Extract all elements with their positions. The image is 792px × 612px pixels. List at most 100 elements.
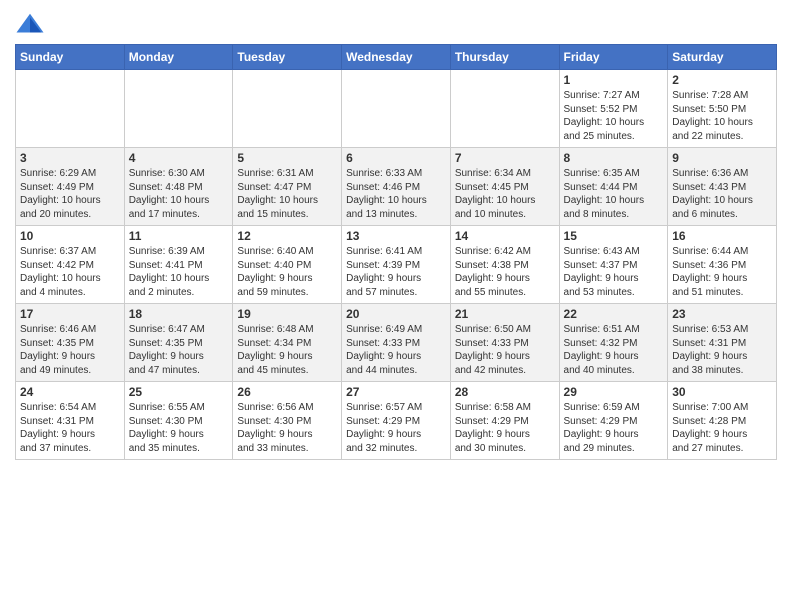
day-number: 30 <box>672 385 772 399</box>
calendar-cell: 23 Sunrise: 6:53 AM Sunset: 4:31 PM Dayli… <box>668 304 777 382</box>
calendar-cell <box>342 70 451 148</box>
calendar-cell: 28 Sunrise: 6:58 AM Sunset: 4:29 PM Dayli… <box>450 382 559 460</box>
calendar-cell: 5 Sunrise: 6:31 AM Sunset: 4:47 PM Daylig… <box>233 148 342 226</box>
day-number: 19 <box>237 307 337 321</box>
header-cell-thursday: Thursday <box>450 45 559 70</box>
calendar-cell <box>450 70 559 148</box>
calendar-cell: 19 Sunrise: 6:48 AM Sunset: 4:34 PM Dayli… <box>233 304 342 382</box>
day-info: Sunrise: 6:39 AM Sunset: 4:41 PM Dayligh… <box>129 245 229 299</box>
calendar-cell: 11Sunrise: 6:39 AM Sunset: 4:41 PM Dayli… <box>124 226 233 304</box>
calendar-cell: 8Sunrise: 6:35 AM Sunset: 4:44 PM Daylig… <box>559 148 668 226</box>
day-info: Sunrise: 7:28 AM Sunset: 5:50 PM Dayligh… <box>672 89 772 143</box>
calendar-cell: 29 Sunrise: 6:59 AM Sunset: 4:29 PM Dayli… <box>559 382 668 460</box>
calendar-week-3: 17 Sunrise: 6:46 AM Sunset: 4:35 PM Dayli… <box>16 304 777 382</box>
calendar-cell: 13Sunrise: 6:41 AM Sunset: 4:39 PM Dayli… <box>342 226 451 304</box>
day-number: 26 <box>237 385 337 399</box>
calendar-week-0: 1 Sunrise: 7:27 AM Sunset: 5:52 PM Daylig… <box>16 70 777 148</box>
day-number: 14 <box>455 229 555 243</box>
day-number: 16 <box>672 229 772 243</box>
header-cell-tuesday: Tuesday <box>233 45 342 70</box>
calendar-cell <box>233 70 342 148</box>
calendar-cell: 30 Sunrise: 7:00 AM Sunset: 4:28 PM Dayli… <box>668 382 777 460</box>
day-info: Sunrise: 6:53 AM Sunset: 4:31 PM Dayligh… <box>672 323 772 377</box>
day-info: Sunrise: 6:36 AM Sunset: 4:43 PM Dayligh… <box>672 167 772 221</box>
day-number: 9 <box>672 151 772 165</box>
day-info: Sunrise: 6:34 AM Sunset: 4:45 PM Dayligh… <box>455 167 555 221</box>
day-number: 27 <box>346 385 446 399</box>
day-info: Sunrise: 6:31 AM Sunset: 4:47 PM Dayligh… <box>237 167 337 221</box>
header-cell-friday: Friday <box>559 45 668 70</box>
day-info: Sunrise: 7:00 AM Sunset: 4:28 PM Dayligh… <box>672 401 772 455</box>
day-info: Sunrise: 6:30 AM Sunset: 4:48 PM Dayligh… <box>129 167 229 221</box>
calendar-cell: 9 Sunrise: 6:36 AM Sunset: 4:43 PM Daylig… <box>668 148 777 226</box>
header-cell-sunday: Sunday <box>16 45 125 70</box>
day-info: Sunrise: 6:54 AM Sunset: 4:31 PM Dayligh… <box>20 401 120 455</box>
day-number: 2 <box>672 73 772 87</box>
day-number: 6 <box>346 151 446 165</box>
calendar-week-2: 10 Sunrise: 6:37 AM Sunset: 4:42 PM Dayli… <box>16 226 777 304</box>
header-cell-saturday: Saturday <box>668 45 777 70</box>
day-number: 10 <box>20 229 120 243</box>
header-row: SundayMondayTuesdayWednesdayThursdayFrid… <box>16 45 777 70</box>
calendar-cell <box>16 70 125 148</box>
day-number: 3 <box>20 151 120 165</box>
calendar-cell: 20Sunrise: 6:49 AM Sunset: 4:33 PM Dayli… <box>342 304 451 382</box>
day-number: 22 <box>564 307 664 321</box>
logo <box>15 10 49 40</box>
calendar-cell: 24 Sunrise: 6:54 AM Sunset: 4:31 PM Dayli… <box>16 382 125 460</box>
day-info: Sunrise: 6:55 AM Sunset: 4:30 PM Dayligh… <box>129 401 229 455</box>
day-info: Sunrise: 6:48 AM Sunset: 4:34 PM Dayligh… <box>237 323 337 377</box>
day-number: 29 <box>564 385 664 399</box>
day-info: Sunrise: 6:46 AM Sunset: 4:35 PM Dayligh… <box>20 323 120 377</box>
calendar-cell: 16 Sunrise: 6:44 AM Sunset: 4:36 PM Dayli… <box>668 226 777 304</box>
day-info: Sunrise: 6:41 AM Sunset: 4:39 PM Dayligh… <box>346 245 446 299</box>
day-info: Sunrise: 6:58 AM Sunset: 4:29 PM Dayligh… <box>455 401 555 455</box>
day-info: Sunrise: 6:51 AM Sunset: 4:32 PM Dayligh… <box>564 323 664 377</box>
calendar-cell: 3 Sunrise: 6:29 AM Sunset: 4:49 PM Daylig… <box>16 148 125 226</box>
logo-icon <box>15 10 45 40</box>
day-info: Sunrise: 6:43 AM Sunset: 4:37 PM Dayligh… <box>564 245 664 299</box>
day-info: Sunrise: 6:33 AM Sunset: 4:46 PM Dayligh… <box>346 167 446 221</box>
calendar-cell: 15Sunrise: 6:43 AM Sunset: 4:37 PM Dayli… <box>559 226 668 304</box>
day-number: 20 <box>346 307 446 321</box>
day-number: 7 <box>455 151 555 165</box>
day-number: 28 <box>455 385 555 399</box>
calendar-week-4: 24 Sunrise: 6:54 AM Sunset: 4:31 PM Dayli… <box>16 382 777 460</box>
header <box>15 10 777 40</box>
day-info: Sunrise: 6:42 AM Sunset: 4:38 PM Dayligh… <box>455 245 555 299</box>
calendar-header: SundayMondayTuesdayWednesdayThursdayFrid… <box>16 45 777 70</box>
calendar-cell: 22 Sunrise: 6:51 AM Sunset: 4:32 PM Dayli… <box>559 304 668 382</box>
calendar-cell: 4 Sunrise: 6:30 AM Sunset: 4:48 PM Daylig… <box>124 148 233 226</box>
day-number: 4 <box>129 151 229 165</box>
day-info: Sunrise: 6:37 AM Sunset: 4:42 PM Dayligh… <box>20 245 120 299</box>
day-number: 21 <box>455 307 555 321</box>
day-info: Sunrise: 6:57 AM Sunset: 4:29 PM Dayligh… <box>346 401 446 455</box>
calendar-cell: 7 Sunrise: 6:34 AM Sunset: 4:45 PM Daylig… <box>450 148 559 226</box>
header-cell-wednesday: Wednesday <box>342 45 451 70</box>
calendar-table: SundayMondayTuesdayWednesdayThursdayFrid… <box>15 44 777 460</box>
day-info: Sunrise: 6:50 AM Sunset: 4:33 PM Dayligh… <box>455 323 555 377</box>
day-info: Sunrise: 6:59 AM Sunset: 4:29 PM Dayligh… <box>564 401 664 455</box>
day-info: Sunrise: 7:27 AM Sunset: 5:52 PM Dayligh… <box>564 89 664 143</box>
calendar-cell: 12 Sunrise: 6:40 AM Sunset: 4:40 PM Dayli… <box>233 226 342 304</box>
day-info: Sunrise: 6:35 AM Sunset: 4:44 PM Dayligh… <box>564 167 664 221</box>
day-info: Sunrise: 6:29 AM Sunset: 4:49 PM Dayligh… <box>20 167 120 221</box>
calendar-cell: 2 Sunrise: 7:28 AM Sunset: 5:50 PM Daylig… <box>668 70 777 148</box>
calendar-cell: 1 Sunrise: 7:27 AM Sunset: 5:52 PM Daylig… <box>559 70 668 148</box>
day-info: Sunrise: 6:44 AM Sunset: 4:36 PM Dayligh… <box>672 245 772 299</box>
day-number: 12 <box>237 229 337 243</box>
calendar-cell: 6 Sunrise: 6:33 AM Sunset: 4:46 PM Daylig… <box>342 148 451 226</box>
calendar-cell: 14 Sunrise: 6:42 AM Sunset: 4:38 PM Dayli… <box>450 226 559 304</box>
day-number: 5 <box>237 151 337 165</box>
calendar-week-1: 3 Sunrise: 6:29 AM Sunset: 4:49 PM Daylig… <box>16 148 777 226</box>
day-number: 23 <box>672 307 772 321</box>
day-number: 18 <box>129 307 229 321</box>
day-number: 24 <box>20 385 120 399</box>
day-info: Sunrise: 6:40 AM Sunset: 4:40 PM Dayligh… <box>237 245 337 299</box>
calendar-cell: 10 Sunrise: 6:37 AM Sunset: 4:42 PM Dayli… <box>16 226 125 304</box>
calendar-cell: 21 Sunrise: 6:50 AM Sunset: 4:33 PM Dayli… <box>450 304 559 382</box>
calendar-body: 1 Sunrise: 7:27 AM Sunset: 5:52 PM Daylig… <box>16 70 777 460</box>
day-number: 1 <box>564 73 664 87</box>
calendar-cell: 26Sunrise: 6:56 AM Sunset: 4:30 PM Dayli… <box>233 382 342 460</box>
day-number: 17 <box>20 307 120 321</box>
